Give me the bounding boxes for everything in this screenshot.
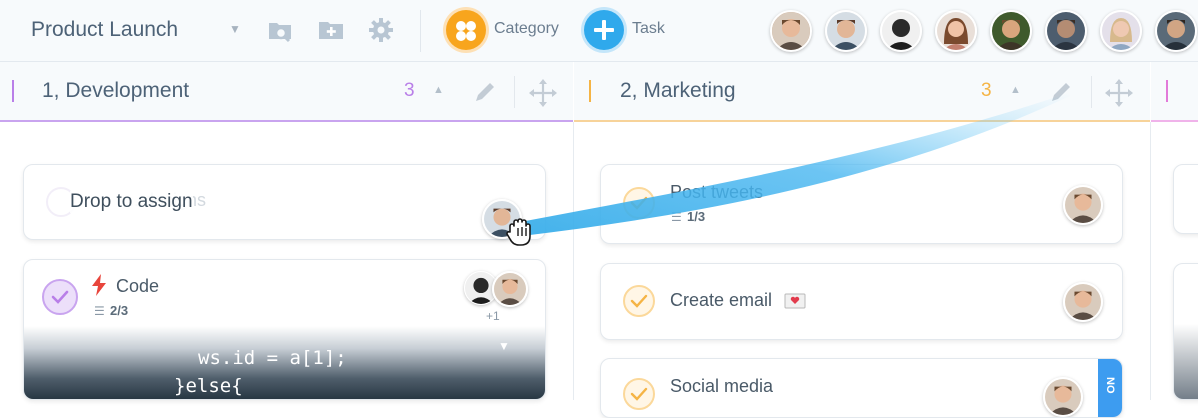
drag-trail: [520, 93, 1070, 236]
grab-hand-cursor-icon: [506, 218, 531, 246]
